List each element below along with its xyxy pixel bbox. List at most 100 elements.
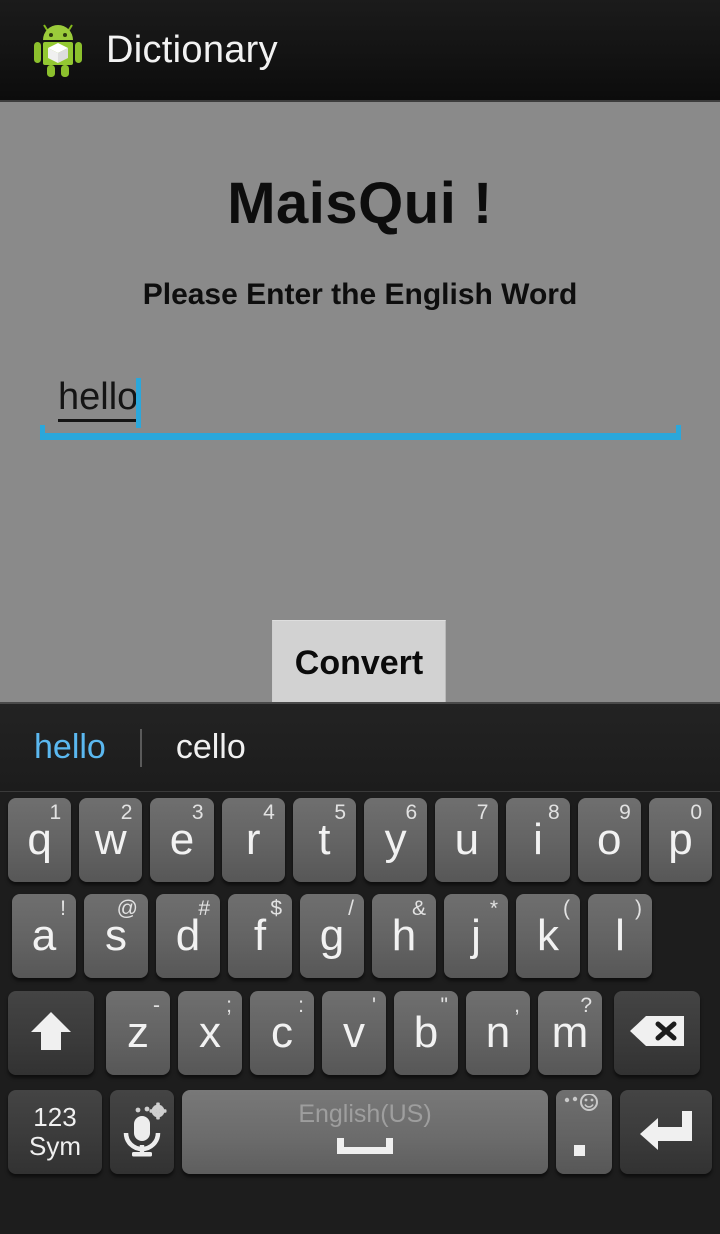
- key-label: b: [413, 1008, 439, 1057]
- enter-arrow-icon: [638, 1108, 694, 1157]
- key-hint: &: [411, 897, 426, 920]
- key-label: y: [384, 815, 407, 864]
- key-f[interactable]: $ f: [228, 894, 292, 978]
- key-label: f: [253, 911, 267, 960]
- convert-button[interactable]: Convert: [272, 620, 446, 706]
- android-robot-icon: [32, 22, 84, 78]
- key-label: o: [596, 815, 622, 864]
- key-label: s: [105, 911, 127, 960]
- key-hint: 5: [334, 801, 347, 824]
- key-label: i: [533, 815, 543, 864]
- key-hint: :: [298, 994, 304, 1017]
- key-label: p: [668, 815, 693, 864]
- key-w[interactable]: 2 w: [79, 798, 143, 882]
- key-hint: /: [348, 897, 354, 920]
- symbols-key[interactable]: 123 Sym: [8, 1090, 102, 1174]
- symbols-key-line1: 123: [33, 1101, 77, 1132]
- key-g[interactable]: / g: [300, 894, 364, 978]
- key-label: z: [127, 1008, 149, 1057]
- key-h[interactable]: & h: [372, 894, 436, 978]
- key-y[interactable]: 6 y: [364, 798, 428, 882]
- key-c[interactable]: : c: [250, 991, 314, 1075]
- key-label: v: [343, 1008, 365, 1057]
- microphone-icon: [116, 1102, 168, 1163]
- keyboard-row-2: ! a @ s # d $ f / g & h * j (k) l: [0, 888, 720, 984]
- key-hint: 6: [405, 801, 418, 824]
- key-hint: ": [440, 994, 448, 1017]
- shift-key[interactable]: [8, 991, 94, 1075]
- key-m[interactable]: ? m: [538, 991, 602, 1075]
- app-content: MaisQui ! Please Enter the English Word …: [0, 102, 720, 706]
- key-hint: 4: [263, 801, 275, 824]
- text-caret: [136, 378, 141, 428]
- key-n[interactable]: , n: [466, 991, 530, 1075]
- key-hint: ,: [514, 994, 520, 1017]
- suggestion-item[interactable]: cello: [142, 728, 280, 767]
- key-t[interactable]: 5 t: [292, 798, 357, 882]
- soft-keyboard: hello cello 1 q 2 w 3 e 4 r 5 t 6 y 7 u …: [0, 702, 720, 1234]
- symbols-key-line2: Sym: [29, 1131, 81, 1161]
- keyboard-row-1: 1 q 2 w 3 e 4 r 5 t 6 y 7 u 8 i 9 o 0 p: [0, 792, 720, 888]
- action-bar: Dictionary: [0, 0, 720, 102]
- enter-key[interactable]: [620, 1090, 712, 1174]
- word-input-field[interactable]: hello: [40, 370, 681, 440]
- key-label: c: [271, 1008, 293, 1057]
- key-label: u: [454, 815, 480, 864]
- key-label: q: [27, 815, 52, 864]
- key-hint: 0: [690, 801, 703, 824]
- key-hint: 1: [49, 801, 62, 824]
- key-label: j: [471, 911, 481, 960]
- suggestion-item[interactable]: hello: [0, 728, 140, 767]
- key-q[interactable]: 1 q: [8, 798, 72, 882]
- key-e[interactable]: 3 e: [150, 798, 214, 882]
- app-screen: Dictionary MaisQui ! Please Enter the En…: [0, 0, 720, 1234]
- space-key-label: English(US): [298, 1100, 432, 1128]
- backspace-key[interactable]: [614, 991, 700, 1075]
- key-s[interactable]: @ s: [84, 894, 148, 978]
- key-label: r: [245, 815, 261, 864]
- key-k[interactable]: ( k: [516, 894, 580, 978]
- key-label: n: [485, 1008, 511, 1057]
- key-hint: #: [198, 897, 210, 920]
- word-input-value: hello: [58, 377, 139, 422]
- key-u[interactable]: 7 u: [435, 798, 499, 882]
- suggestion-bar: hello cello: [0, 704, 720, 792]
- key-l[interactable]: ) l: [588, 894, 652, 978]
- key-label: l: [615, 911, 625, 960]
- key-hint: $: [270, 897, 282, 920]
- key-hint: ': [371, 994, 376, 1017]
- keyboard-row-3: - z ; x : c ' v " b , n ? m: [0, 984, 720, 1082]
- key-r[interactable]: 4 r: [221, 798, 285, 882]
- key-b[interactable]: " b: [394, 991, 458, 1075]
- key-z[interactable]: - z: [106, 991, 170, 1075]
- key-label: k: [537, 911, 559, 960]
- key-a[interactable]: ! a: [12, 894, 76, 978]
- period-key[interactable]: [556, 1090, 612, 1174]
- key-label: d: [175, 911, 201, 960]
- key-label: t: [318, 815, 331, 864]
- key-hint: ?: [580, 994, 592, 1017]
- key-hint: @: [116, 897, 138, 920]
- key-d[interactable]: # d: [156, 894, 220, 978]
- period-dot: [574, 1145, 585, 1156]
- key-label: g: [319, 911, 345, 960]
- voice-input-key[interactable]: [110, 1090, 174, 1174]
- key-label: e: [169, 815, 195, 864]
- key-hint: -: [153, 994, 160, 1017]
- key-label: m: [551, 1008, 589, 1057]
- key-hint: 8: [547, 801, 560, 824]
- key-p[interactable]: 0 p: [648, 798, 713, 882]
- key-hint: ;: [226, 994, 232, 1017]
- key-x[interactable]: ; x: [178, 991, 242, 1075]
- space-key[interactable]: English(US): [182, 1090, 548, 1174]
- page-subtitle: Please Enter the English Word: [142, 278, 578, 311]
- key-i[interactable]: 8 i: [506, 798, 570, 882]
- key-v[interactable]: ' v: [322, 991, 386, 1075]
- key-hint: (: [563, 897, 570, 920]
- keyboard-row-4: 123 Sym English(US): [0, 1082, 720, 1182]
- key-j[interactable]: * j: [444, 894, 508, 978]
- key-label: a: [31, 911, 57, 960]
- key-o[interactable]: 9 o: [577, 798, 641, 882]
- key-label: x: [199, 1008, 221, 1057]
- key-hint: *: [489, 897, 498, 920]
